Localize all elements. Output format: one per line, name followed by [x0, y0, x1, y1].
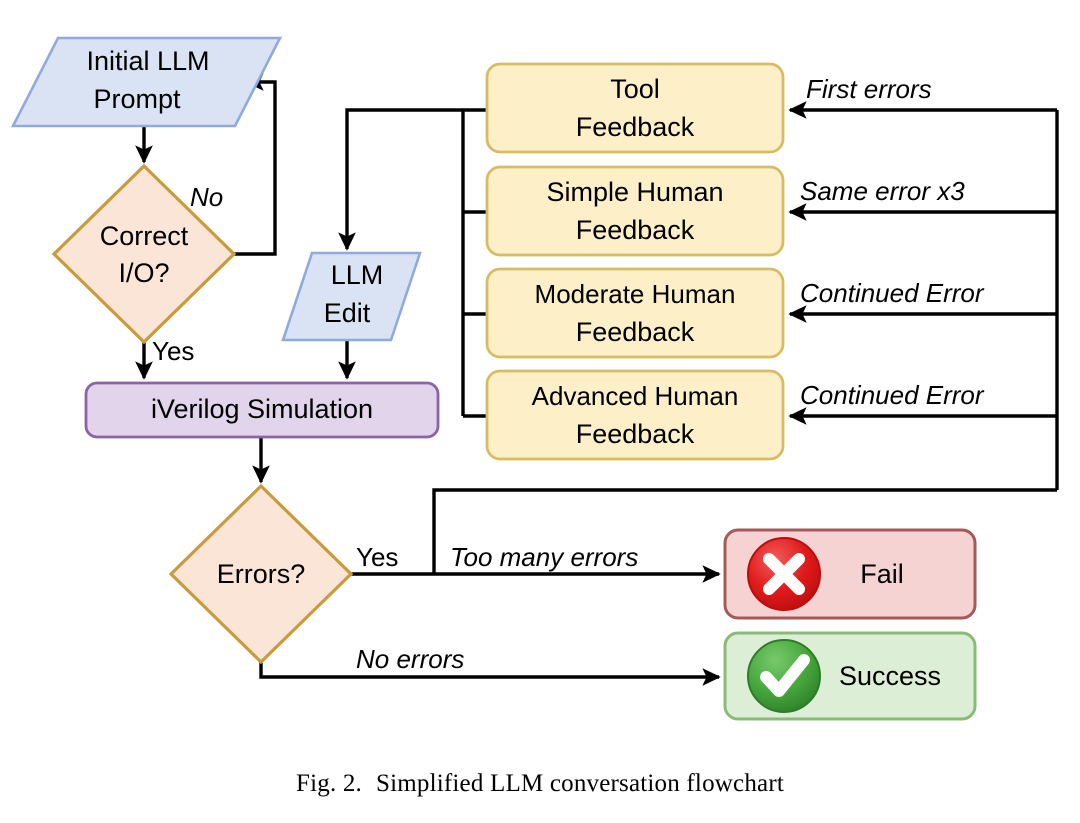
correct-io-line1: Correct — [100, 221, 189, 251]
node-feedback-moderate-human[interactable]: Moderate Human Feedback — [485, 267, 785, 359]
feedback-advanced-line1: Advanced Human — [532, 381, 739, 411]
feedback-simple-line2: Feedback — [576, 215, 695, 245]
initial-llm-prompt-line2: Prompt — [93, 84, 181, 114]
feedback-advanced-line2: Feedback — [576, 419, 695, 449]
success-label: Success — [839, 661, 941, 691]
edge-label-same-error-x3: Same error x3 — [800, 176, 965, 206]
figure-caption-text: Simplified LLM conversation flowchart — [376, 770, 784, 797]
edge-label-errors-yes: Yes — [356, 542, 398, 572]
correct-io-line2: I/O? — [118, 258, 169, 288]
feedback-tool-line1: Tool — [610, 74, 660, 104]
edge-label-no-errors: No errors — [356, 644, 464, 674]
flowchart-diagram: Initial LLM Prompt Correct I/O? LLM Edit… — [10, 36, 1059, 721]
feedback-moderate-line1: Moderate Human — [535, 279, 736, 309]
node-success[interactable]: Success — [723, 631, 977, 721]
node-feedback-simple-human[interactable]: Simple Human Feedback — [485, 165, 785, 257]
initial-llm-prompt-line1: Initial LLM — [86, 46, 209, 76]
node-llm-edit[interactable]: LLM Edit — [281, 251, 422, 342]
edge-label-correct-io-yes: Yes — [152, 336, 194, 366]
edge-label-correct-io-no: No — [190, 182, 223, 212]
edge-label-continued-error-moderate: Continued Error — [800, 278, 985, 308]
feedback-moderate-line2: Feedback — [576, 317, 695, 347]
llm-edit-line1: LLM — [331, 260, 384, 290]
figure-caption: Fig. 2. Simplified LLM conversation flowc… — [0, 770, 1080, 798]
edge-label-too-many-errors: Too many errors — [450, 542, 638, 572]
edge-errors-no-to-success — [259, 660, 721, 686]
feedback-tool-line2: Feedback — [576, 112, 695, 142]
x-circle-icon — [747, 537, 821, 611]
node-iverilog-simulation[interactable]: iVerilog Simulation — [84, 381, 440, 439]
node-errors-decision[interactable]: Errors? — [168, 483, 354, 665]
check-circle-icon — [747, 639, 821, 713]
figure-number: Fig. 2. — [296, 770, 362, 797]
feedback-simple-line1: Simple Human — [546, 177, 723, 207]
node-feedback-advanced-human[interactable]: Advanced Human Feedback — [485, 369, 785, 461]
llm-edit-line2: Edit — [324, 298, 371, 328]
edge-feedback-to-llm-edit — [338, 108, 463, 251]
node-initial-llm-prompt[interactable]: Initial LLM Prompt — [10, 36, 283, 128]
fail-label: Fail — [860, 559, 904, 589]
edge-label-first-errors: First errors — [806, 74, 932, 104]
node-feedback-tool[interactable]: Tool Feedback — [485, 62, 785, 154]
figure-container: Initial LLM Prompt Correct I/O? LLM Edit… — [0, 0, 1080, 823]
node-fail[interactable]: Fail — [723, 528, 977, 620]
edge-label-continued-error-advanced: Continued Error — [800, 380, 985, 410]
errors-label: Errors? — [217, 559, 306, 589]
iverilog-label: iVerilog Simulation — [151, 394, 373, 424]
